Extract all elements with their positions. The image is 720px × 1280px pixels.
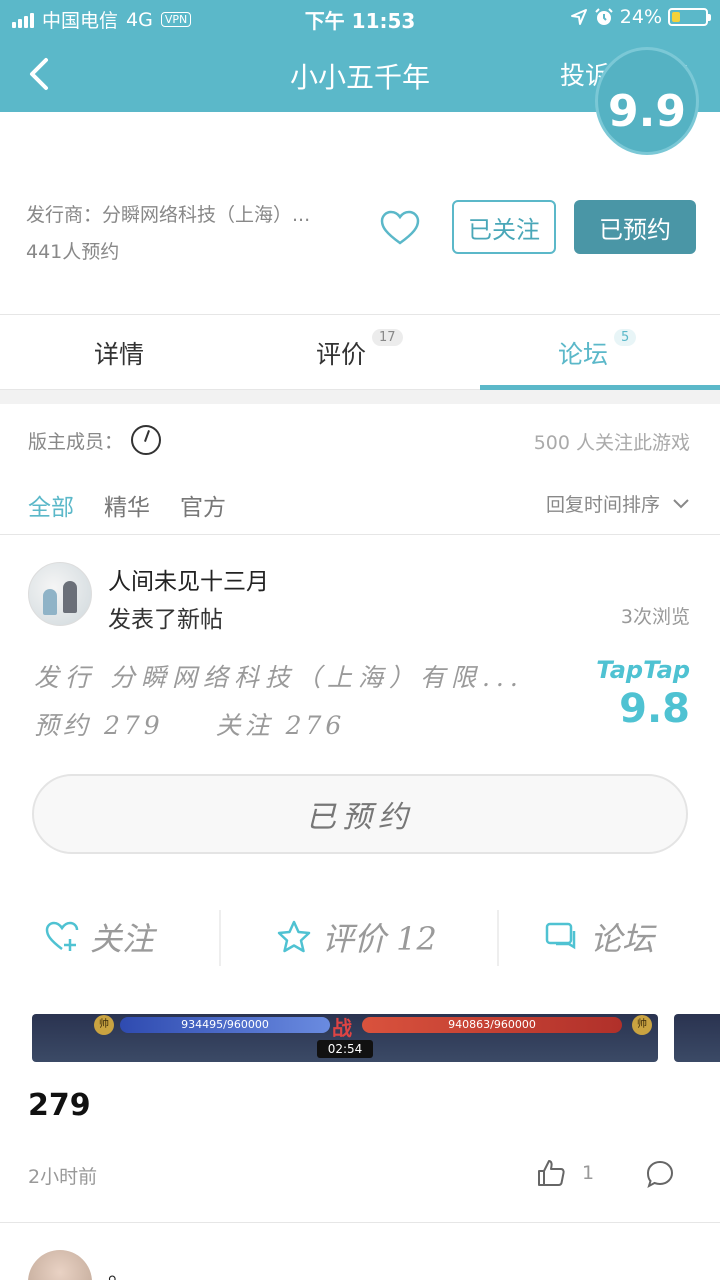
post-follow-action: 关注: [44, 914, 154, 960]
post-review-label: 评价 12: [322, 920, 437, 958]
taptap-score: 9.8: [619, 686, 690, 732]
post-reserve-button: 已预约: [32, 774, 688, 854]
match-timer: 02:54: [317, 1040, 373, 1058]
heart-plus-icon: [45, 921, 79, 951]
filter-tabs: 全部 精华 官方: [28, 488, 226, 522]
reserved-button[interactable]: 已预约: [574, 200, 696, 254]
like-count: 1: [582, 1162, 595, 1184]
post-screenshot-next[interactable]: [674, 1014, 720, 1062]
follow-button[interactable]: 已关注: [452, 200, 556, 254]
moderators-label: 版主成员：: [28, 430, 124, 453]
next-post-author[interactable]: 。: [108, 1256, 130, 1280]
location-arrow-icon: [570, 9, 587, 25]
post-content-reserve: 预约 279: [34, 711, 164, 740]
post-title[interactable]: 279: [28, 1088, 91, 1123]
post-content-stats: 预约 279 关注 276: [34, 706, 385, 742]
filter-all[interactable]: 全部: [28, 488, 74, 522]
filter-official[interactable]: 官方: [180, 488, 226, 522]
section-gap: [0, 390, 720, 404]
post-content-publisher: 发行 分瞬网络科技（上海）有限...: [34, 663, 524, 692]
separator: [497, 910, 499, 966]
reservation-count: 441人预约: [26, 241, 120, 263]
battery-icon: [668, 8, 711, 26]
tab-bar: 详情 评价 17 论坛 5: [0, 314, 720, 390]
publisher-info: 发行商：分瞬网络科技（上海）... 441人预约: [26, 200, 310, 264]
heart-icon[interactable]: [380, 210, 420, 246]
moderators-row[interactable]: 版主成员：: [28, 425, 162, 455]
taptap-rating: TapTap 9.8: [596, 656, 690, 732]
badge-right: 帅: [632, 1015, 652, 1035]
chat-icon: [545, 922, 576, 950]
alarm-icon: [595, 8, 613, 25]
battery-percent: 24%: [619, 6, 662, 28]
rating-badge: 9.9: [598, 50, 696, 152]
status-bar: 中国电信 4G VPN 下午 11:53 24%: [0, 0, 720, 36]
followers-count: 500 人关注此游戏: [533, 432, 690, 454]
moderator-avatar[interactable]: [131, 425, 162, 455]
post-forum-action: 论坛: [544, 914, 654, 960]
tab-reviews-label: 评价: [316, 340, 367, 369]
post-content-follow: 关注 276: [215, 711, 346, 740]
divider: [0, 1222, 720, 1223]
post-image-actions: 关注 评价 12 论坛: [0, 906, 720, 968]
post-action: 发表了新帖: [108, 607, 223, 633]
like-button[interactable]: 1: [536, 1158, 594, 1188]
hp-bar-right: 940863/960000: [362, 1017, 622, 1033]
tab-details-label: 详情: [94, 340, 145, 369]
vs-label: 战: [332, 1016, 352, 1040]
next-author-avatar[interactable]: [28, 1250, 92, 1280]
tab-forum-label: 论坛: [558, 340, 609, 369]
tab-reviews-count: 17: [372, 329, 403, 346]
thumbs-up-icon: [538, 1160, 565, 1186]
hp-bar-left: 934495/960000: [120, 1017, 330, 1033]
post-review-action: 评价 12: [276, 914, 437, 960]
chevron-down-icon: [673, 498, 689, 508]
post-views: 3次浏览: [620, 606, 690, 628]
publisher-label: 发行商：分瞬网络科技（上海）...: [26, 204, 311, 226]
post-author[interactable]: 人间未见十三月: [108, 562, 269, 596]
tab-forum-count: 5: [614, 329, 637, 346]
tab-forum[interactable]: 论坛 5: [558, 329, 637, 371]
tab-details[interactable]: 详情: [94, 335, 144, 371]
post-forum-label: 论坛: [590, 920, 655, 958]
tab-reviews[interactable]: 评价 17: [316, 329, 403, 371]
sort-label: 回复时间排序: [545, 494, 660, 516]
taptap-logo: TapTap: [596, 656, 690, 684]
post-follow-label: 关注: [90, 920, 155, 958]
filter-featured[interactable]: 精华: [104, 488, 150, 522]
star-icon: [277, 920, 311, 953]
post-screenshot[interactable]: 帅 934495/960000 战 940863/960000 帅 02:54: [32, 1014, 658, 1062]
post-time: 2小时前: [28, 1166, 98, 1188]
divider: [0, 534, 720, 535]
author-avatar[interactable]: [28, 562, 92, 626]
badge-left: 帅: [94, 1015, 114, 1035]
comment-icon[interactable]: [644, 1158, 676, 1190]
sort-dropdown[interactable]: 回复时间排序: [546, 490, 690, 517]
separator: [219, 910, 221, 966]
